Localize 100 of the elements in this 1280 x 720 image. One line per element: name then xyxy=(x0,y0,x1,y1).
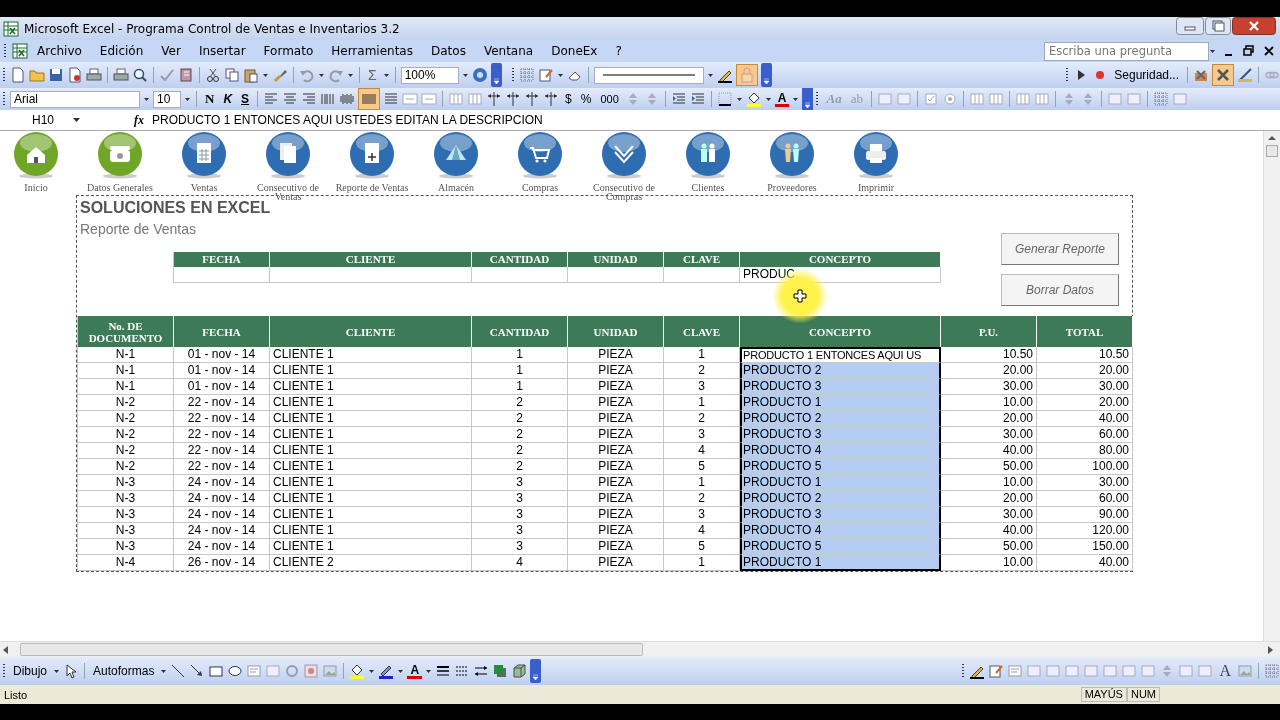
toolbox-icon[interactable] xyxy=(1193,67,1209,83)
scissors-icon[interactable] xyxy=(205,67,221,83)
document-plus-icon[interactable] xyxy=(349,131,395,179)
grip-handle[interactable] xyxy=(511,66,516,84)
people-icon[interactable] xyxy=(685,131,731,179)
text-wrap-icon[interactable] xyxy=(543,91,560,107)
menu-item[interactable]: Ventana xyxy=(474,44,543,58)
home-icon[interactable] xyxy=(13,131,59,179)
font-color-button[interactable]: A xyxy=(407,663,423,679)
paint-bucket-icon[interactable] xyxy=(745,91,762,107)
zoom-combo[interactable]: 100% xyxy=(400,66,459,84)
grid-icon[interactable] xyxy=(1152,91,1169,107)
font-size-combo[interactable]: 10 xyxy=(153,90,181,108)
nav-button[interactable]: Proveedores xyxy=(750,131,834,192)
toolbar-options-icon[interactable] xyxy=(490,63,502,87)
people-icon[interactable] xyxy=(769,131,815,179)
menu-item[interactable]: Herramientas xyxy=(322,44,422,58)
font-combo[interactable]: Arial xyxy=(10,90,140,108)
document-icon[interactable] xyxy=(10,67,26,83)
italic-button[interactable]: K xyxy=(220,92,236,106)
draw-menu-button[interactable]: Dibujo xyxy=(10,664,51,678)
checkmark-icon[interactable] xyxy=(159,67,175,83)
pyramid-icon[interactable] xyxy=(433,131,479,179)
justify-icon[interactable] xyxy=(320,91,337,107)
form-icon[interactable] xyxy=(988,663,1005,679)
report-button[interactable]: Generar Reporte xyxy=(1001,233,1119,265)
clipboard-icon[interactable] xyxy=(243,67,259,83)
printer-icon[interactable] xyxy=(853,131,899,179)
nav-button[interactable]: Ventas xyxy=(162,131,246,192)
menu-item[interactable]: Ver xyxy=(152,44,190,58)
nav-button[interactable]: Almacén xyxy=(414,131,498,192)
filter-input-cell[interactable] xyxy=(568,267,664,283)
menu-item[interactable]: Archivo xyxy=(28,44,91,58)
grip-handle[interactable] xyxy=(1066,66,1071,84)
align-right-icon[interactable] xyxy=(301,91,318,107)
filter-input-cell[interactable] xyxy=(664,267,740,283)
documents-icon[interactable] xyxy=(265,131,311,179)
align-left-icon[interactable] xyxy=(263,91,280,107)
toolbar-options-icon[interactable] xyxy=(802,88,814,110)
underline-button[interactable]: S xyxy=(238,92,253,106)
nav-button[interactable]: Compras xyxy=(498,131,582,192)
align-center-icon[interactable] xyxy=(282,91,299,107)
caret-icon[interactable] xyxy=(73,117,80,123)
filter-input-cell[interactable] xyxy=(472,267,568,283)
autoshapes-menu-button[interactable]: Autoformas xyxy=(90,664,158,678)
arrow-style-icon[interactable] xyxy=(473,663,490,679)
menu-item[interactable]: DoneEx xyxy=(542,44,607,58)
menu-item[interactable]: Formato xyxy=(254,44,323,58)
filter-input-cell[interactable]: PRODUC xyxy=(740,267,941,283)
ruler-icon[interactable] xyxy=(1237,67,1253,83)
minimize-button[interactable] xyxy=(1176,17,1204,35)
clip-art-icon[interactable] xyxy=(303,663,320,679)
line-icon[interactable] xyxy=(170,663,187,679)
currency-button[interactable]: $ xyxy=(562,92,575,106)
calculator-icon[interactable] xyxy=(181,131,227,179)
line-color-icon[interactable] xyxy=(378,663,395,679)
nav-button[interactable]: Clientes xyxy=(666,131,750,192)
scrollbar-thumb[interactable] xyxy=(20,643,643,656)
text-style-button[interactable]: A xyxy=(1216,662,1234,680)
distribute-icon[interactable] xyxy=(339,91,356,107)
rectangle-icon[interactable] xyxy=(208,663,225,679)
toolbar-options-icon[interactable] xyxy=(760,63,772,87)
bold-button[interactable]: N xyxy=(202,91,218,107)
nav-button[interactable]: Inicio xyxy=(0,131,78,192)
printer-icon[interactable] xyxy=(113,67,129,83)
close-icon[interactable] xyxy=(1262,44,1276,58)
checkbox-icon[interactable] xyxy=(922,91,939,107)
form-icon[interactable] xyxy=(537,67,554,83)
filter-input-cell[interactable] xyxy=(270,267,472,283)
function-button[interactable]: fx xyxy=(134,112,144,128)
chevron-icon[interactable] xyxy=(601,131,647,179)
magnifier-icon[interactable] xyxy=(132,67,148,83)
radio-icon[interactable] xyxy=(941,91,958,107)
restore-button[interactable] xyxy=(1205,17,1231,35)
report-button[interactable]: Borrar Datos xyxy=(1001,274,1119,306)
text-wrap-icon[interactable] xyxy=(486,91,503,107)
copy-icon[interactable] xyxy=(224,67,240,83)
scrollbar-thumb[interactable] xyxy=(1266,145,1278,157)
grip-handle[interactable] xyxy=(816,90,821,108)
oval-icon[interactable] xyxy=(227,663,244,679)
percent-button[interactable]: % xyxy=(577,92,595,106)
book-icon[interactable] xyxy=(178,67,194,83)
line-style-icon[interactable] xyxy=(435,663,452,679)
formula-content[interactable]: PRODUCTO 1 ENTONCES AQUI USTEDES EDITAN LA DESCRIPCION xyxy=(152,113,543,127)
nav-button[interactable]: Datos Generales xyxy=(78,131,162,192)
document-icon[interactable] xyxy=(67,67,83,83)
cart-icon[interactable] xyxy=(517,131,563,179)
printer-icon[interactable] xyxy=(86,67,102,83)
nav-button[interactable]: Imprimir xyxy=(834,131,918,192)
menu-item[interactable]: Edición xyxy=(90,44,153,58)
nav-button[interactable]: Reporte de Ventas xyxy=(330,131,414,192)
toolbar-options-icon[interactable] xyxy=(530,659,542,683)
font-color-button[interactable]: A xyxy=(774,91,790,107)
indent-icon[interactable] xyxy=(689,91,706,107)
lines-icon[interactable] xyxy=(383,91,400,107)
restore-icon[interactable] xyxy=(1242,44,1256,58)
text-wrap-icon[interactable] xyxy=(524,91,541,107)
security-button[interactable]: Seguridad... xyxy=(1111,68,1182,82)
grip-handle[interactable] xyxy=(962,662,967,680)
grid-icon[interactable] xyxy=(1264,663,1280,679)
